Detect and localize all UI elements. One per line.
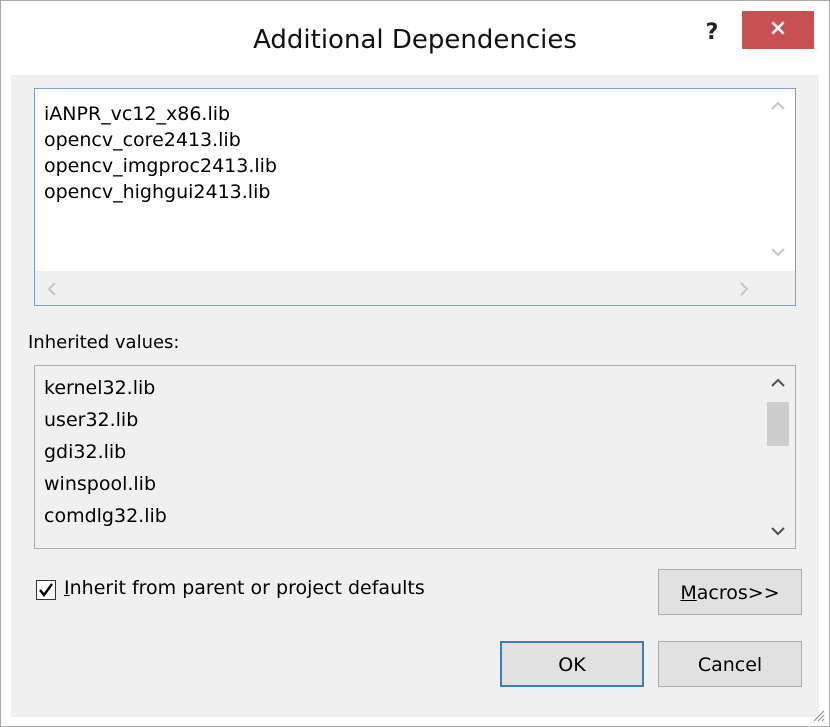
inherited-lines: kernel32.lib user32.lib gdi32.lib winspo… — [44, 372, 167, 532]
dependencies-textarea[interactable]: iANPR_vc12_x86.lib opencv_core2413.lib o… — [34, 88, 796, 306]
inherited-line: comdlg32.lib — [44, 505, 167, 527]
scrollbar-corner — [761, 271, 795, 305]
dependencies-horizontal-scrollbar[interactable] — [35, 271, 761, 305]
inherit-checkbox-label[interactable]: Inherit from parent or project defaults — [64, 577, 425, 599]
inherited-vertical-scrollbar[interactable] — [761, 366, 795, 548]
cancel-button[interactable]: Cancel — [658, 641, 802, 687]
chevron-right-icon[interactable] — [739, 282, 749, 296]
additional-dependencies-dialog: Additional Dependencies ? × iANPR_vc12_x… — [0, 0, 830, 727]
inherited-values-list: kernel32.lib user32.lib gdi32.lib winspo… — [34, 365, 796, 549]
inherited-line: winspool.lib — [44, 473, 157, 495]
chevron-left-icon[interactable] — [47, 282, 57, 296]
dialog-client-area: iANPR_vc12_x86.lib opencv_core2413.lib o… — [11, 75, 819, 717]
inherited-values-label: Inherited values: — [28, 332, 180, 353]
inherit-checkbox[interactable] — [36, 580, 56, 600]
macros-button[interactable]: Macros>> — [658, 569, 802, 615]
dependency-line: opencv_imgproc2413.lib — [44, 155, 277, 177]
scrollbar-thumb[interactable] — [767, 402, 789, 446]
macros-label: acros>> — [696, 582, 780, 604]
macros-mnemonic: M — [680, 582, 697, 604]
inherited-line: user32.lib — [44, 409, 139, 431]
dependencies-vertical-scrollbar[interactable] — [761, 89, 795, 271]
chevron-down-icon[interactable] — [771, 247, 785, 257]
dependency-line: iANPR_vc12_x86.lib — [44, 103, 231, 125]
close-button[interactable]: × — [742, 11, 814, 49]
chevron-down-icon[interactable] — [771, 526, 785, 536]
dependency-line: opencv_core2413.lib — [44, 129, 241, 151]
inherited-line: kernel32.lib — [44, 377, 156, 399]
inherit-label-text: nherit from parent or project defaults — [69, 577, 425, 599]
chevron-up-icon[interactable] — [771, 378, 785, 388]
resize-grip-icon[interactable] — [811, 708, 825, 722]
checkmark-icon — [39, 583, 53, 597]
inherited-line: gdi32.lib — [44, 441, 127, 463]
dependency-line: opencv_highgui2413.lib — [44, 181, 271, 203]
ok-button[interactable]: OK — [500, 641, 644, 687]
help-button[interactable]: ? — [694, 13, 730, 53]
chevron-up-icon[interactable] — [771, 101, 785, 111]
dependencies-lines: iANPR_vc12_x86.lib opencv_core2413.lib o… — [44, 101, 277, 205]
